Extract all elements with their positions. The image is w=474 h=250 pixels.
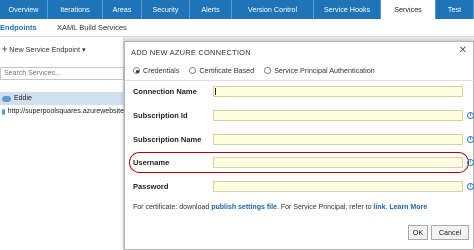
radio-certificate-based[interactable]: Certificate Based (189, 66, 254, 75)
plus-icon: + (2, 44, 8, 54)
ok-button[interactable]: OK (408, 225, 428, 240)
tab-iterations[interactable]: Iterations (48, 0, 103, 19)
connection-name-input[interactable] (213, 86, 463, 97)
radio-unselected-icon (189, 67, 197, 74)
dialog-title: ADD NEW AZURE CONNECTION (131, 48, 251, 57)
radio-label: Service Principal Authentication (274, 66, 375, 75)
tab-overview[interactable]: Overview (0, 0, 48, 19)
service-principal-link[interactable]: link (373, 204, 385, 211)
info-icon[interactable]: i (467, 136, 474, 143)
sub-nav-xaml-build-services[interactable]: XAML Build Services (57, 23, 127, 32)
cancel-button[interactable]: Cancel (431, 225, 469, 240)
help-note: For certificate: download publish settin… (133, 204, 427, 211)
tab-areas[interactable]: Areas (103, 0, 142, 19)
close-icon[interactable]: ✕ (459, 45, 467, 56)
top-tab-bar: Overview Iterations Areas Security Alert… (0, 0, 474, 19)
subscription-name-row: Subscription Name i (133, 134, 474, 146)
service-name: Eddie (14, 95, 32, 102)
note-text: . For Service Principal: refer to (276, 204, 374, 211)
service-list-item[interactable]: Eddie (0, 92, 124, 105)
info-icon[interactable]: i (467, 159, 474, 166)
service-name: http://superpoolsquares.azurewebsite (7, 108, 124, 115)
radio-service-principal[interactable]: Service Principal Authentication (264, 66, 375, 75)
info-icon[interactable]: i (467, 112, 474, 119)
username-input[interactable] (213, 157, 463, 168)
dropdown-arrow-icon: ▾ (81, 44, 86, 54)
username-label: Username (133, 158, 170, 167)
sub-nav-bar: Endpoints XAML Build Services (0, 19, 474, 37)
new-service-endpoint-label: New Service Endpoint (9, 44, 80, 54)
info-icon[interactable]: i (467, 183, 474, 190)
subscription-id-row: Subscription Id i (133, 110, 474, 122)
subscription-id-input[interactable] (213, 110, 463, 121)
note-text: . (385, 204, 388, 211)
radio-credentials[interactable]: Credentials (133, 66, 179, 75)
tab-services[interactable]: Services (381, 0, 436, 19)
radio-unselected-icon (264, 67, 272, 74)
publish-settings-link[interactable]: publish settings file (211, 204, 277, 211)
services-left-panel: + New Service Endpoint ▾ Eddie http://su… (0, 37, 124, 250)
tab-service-hooks[interactable]: Service Hooks (314, 0, 381, 19)
auth-type-radio-group: Credentials Certificate Based Service Pr… (133, 66, 375, 75)
subscription-name-label: Subscription Name (133, 135, 202, 144)
connection-name-label: Connection Name (133, 87, 197, 96)
password-label: Password (133, 182, 169, 191)
username-row: Username i (133, 157, 474, 169)
subscription-id-label: Subscription Id (133, 111, 188, 120)
learn-more-link[interactable]: Learn More (389, 204, 427, 211)
search-services-input[interactable] (0, 67, 124, 80)
service-list-item[interactable]: http://superpoolsquares.azurewebsite (0, 105, 124, 118)
radio-selected-icon (133, 67, 140, 74)
divider (125, 80, 474, 81)
new-service-endpoint-button[interactable]: + New Service Endpoint ▾ (0, 43, 86, 55)
tab-version-control[interactable]: Version Control (232, 0, 314, 19)
password-input[interactable] (213, 181, 463, 192)
subscription-name-input[interactable] (213, 134, 463, 145)
tab-alerts[interactable]: Alerts (190, 0, 232, 19)
sub-nav-endpoints[interactable]: Endpoints (0, 23, 37, 32)
cloud-icon (2, 95, 11, 102)
text-cursor (215, 88, 216, 95)
password-row: Password i (133, 181, 474, 193)
cloud-icon (2, 108, 5, 115)
tab-security[interactable]: Security (142, 0, 190, 19)
add-azure-connection-dialog: ADD NEW AZURE CONNECTION ✕ Credentials C… (124, 41, 474, 250)
radio-label: Certificate Based (199, 66, 255, 75)
connection-name-row: Connection Name (133, 86, 473, 98)
tab-test[interactable]: Test (436, 0, 474, 19)
note-text: For certificate: download (133, 204, 212, 211)
radio-label: Credentials (143, 66, 180, 75)
